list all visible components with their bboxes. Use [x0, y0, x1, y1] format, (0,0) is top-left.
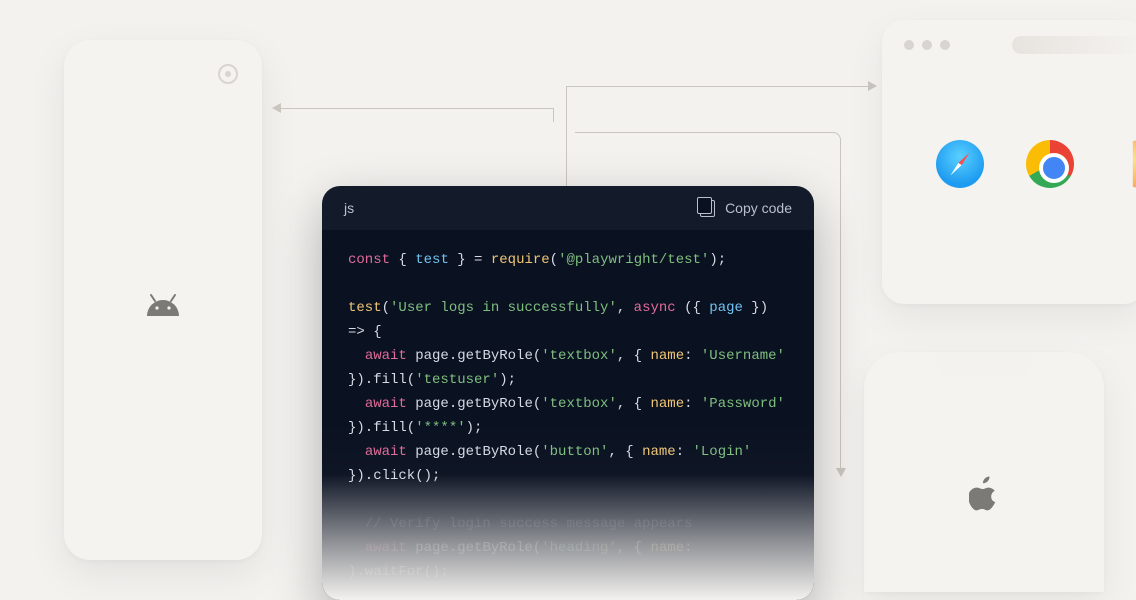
- android-camera-dot: [218, 64, 238, 84]
- copy-code-button[interactable]: Copy code: [700, 200, 792, 217]
- code-token: ).waitFor();: [348, 564, 449, 580]
- code-token: name: [642, 444, 676, 460]
- code-token: 'heading': [541, 540, 617, 556]
- arrow-down-icon: [836, 468, 846, 477]
- code-token: page: [709, 300, 743, 316]
- code-token: name: [650, 396, 684, 412]
- code-token: 'testuser': [415, 372, 499, 388]
- safari-icon: [936, 140, 984, 188]
- copy-icon: [700, 200, 715, 217]
- arrow-right-icon: [868, 81, 877, 91]
- connector-line: [276, 108, 554, 122]
- code-header: js Copy code: [322, 186, 814, 230]
- code-token: 'textbox': [541, 396, 617, 412]
- code-token: await: [365, 444, 407, 460]
- code-token: '@playwright/test': [558, 252, 709, 268]
- code-token: // Verify login success message appears: [365, 516, 693, 532]
- firefox-icon: [1116, 140, 1136, 188]
- chrome-icon: [1026, 140, 1074, 188]
- code-token: name: [650, 540, 684, 556]
- android-phone-mockup: [64, 40, 262, 560]
- copy-code-label: Copy code: [725, 200, 792, 216]
- iphone-notch: [936, 352, 1032, 376]
- code-token: 'Login': [693, 444, 752, 460]
- browser-window-mockup: [882, 20, 1136, 304]
- code-token: '****': [415, 420, 465, 436]
- traffic-light-dot: [922, 40, 932, 50]
- window-traffic-lights: [904, 40, 950, 50]
- code-token: 'Password': [701, 396, 785, 412]
- code-token: name: [650, 348, 684, 364]
- code-token: const: [348, 252, 390, 268]
- code-token: 'button': [541, 444, 608, 460]
- iphone-mockup: [864, 352, 1104, 592]
- code-token: await: [365, 348, 407, 364]
- traffic-light-dot: [940, 40, 950, 50]
- code-token: async: [634, 300, 676, 316]
- browser-icons-row: [936, 140, 1136, 188]
- code-token: 'textbox': [541, 348, 617, 364]
- code-token: await: [365, 396, 407, 412]
- android-icon: [143, 292, 183, 316]
- apple-icon: [969, 476, 999, 512]
- code-token: 'User logs in successfully': [390, 300, 617, 316]
- code-token: 'Username': [701, 348, 785, 364]
- arrow-left-icon: [272, 103, 281, 113]
- code-token: await: [365, 540, 407, 556]
- code-snippet-card: js Copy code const { test } = require('@…: [322, 186, 814, 600]
- code-body: const { test } = require('@playwright/te…: [322, 230, 814, 600]
- code-token: test: [348, 300, 382, 316]
- code-token: test: [415, 252, 449, 268]
- code-language-label: js: [344, 200, 354, 216]
- code-token: require: [491, 252, 550, 268]
- url-bar: [1012, 36, 1136, 54]
- traffic-light-dot: [904, 40, 914, 50]
